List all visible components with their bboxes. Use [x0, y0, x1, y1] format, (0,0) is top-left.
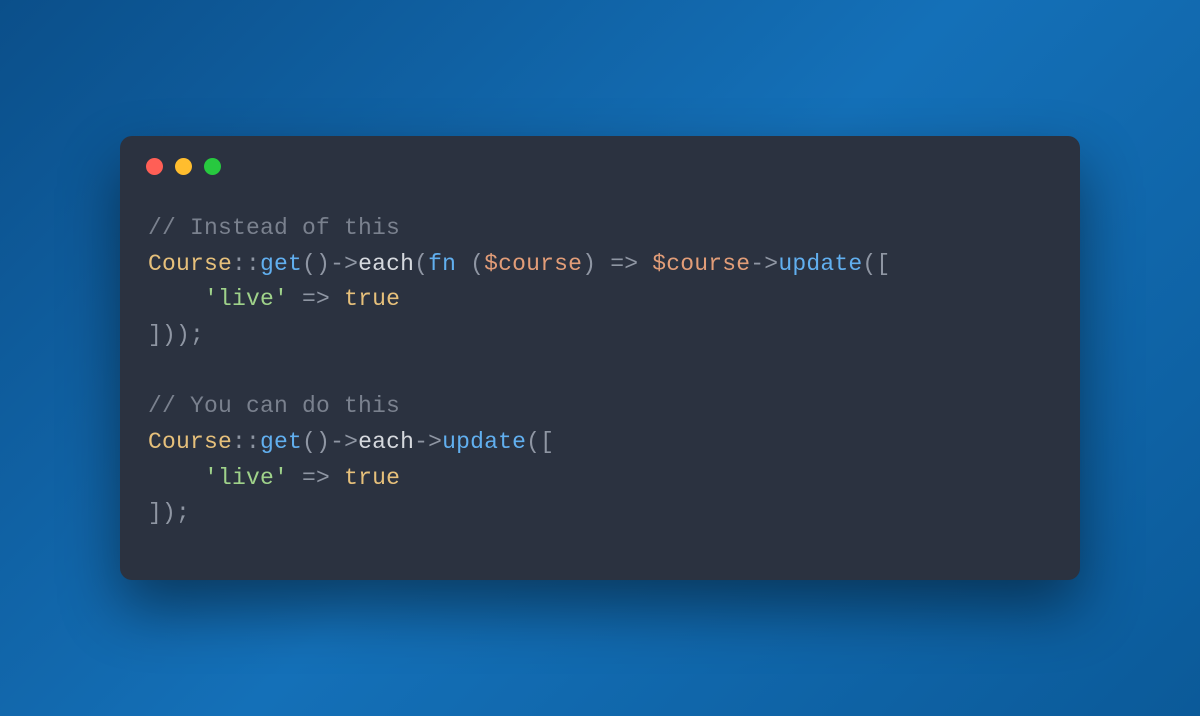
code-token: each	[358, 429, 414, 455]
code-token: fn	[428, 251, 456, 277]
code-token: ]	[148, 500, 162, 526]
code-token: 'live'	[204, 465, 288, 491]
code-token: update	[778, 251, 862, 277]
code-token: get	[260, 429, 302, 455]
code-token: [	[876, 251, 890, 277]
code-token: each	[358, 251, 414, 277]
code-comment: // You can do this	[148, 393, 400, 419]
code-token: [	[540, 429, 554, 455]
zoom-icon[interactable]	[204, 158, 221, 175]
code-token: update	[442, 429, 526, 455]
code-token: ;	[176, 500, 190, 526]
code-token: (	[414, 251, 428, 277]
code-token: $course	[652, 251, 750, 277]
code-token: (	[526, 429, 540, 455]
code-token: (	[470, 251, 484, 277]
code-token: $course	[484, 251, 582, 277]
code-token: )	[176, 322, 190, 348]
code-token: ->	[330, 429, 358, 455]
code-token	[288, 286, 302, 312]
code-token: =>	[610, 251, 638, 277]
code-window: // Instead of this Course::get()->each(f…	[120, 136, 1080, 580]
code-token	[288, 465, 302, 491]
code-token: )	[162, 500, 176, 526]
code-token	[596, 251, 610, 277]
code-token: ->	[330, 251, 358, 277]
code-token: ::	[232, 429, 260, 455]
code-token: )	[316, 251, 330, 277]
code-token: ->	[414, 429, 442, 455]
code-token: ;	[190, 322, 204, 348]
code-token: get	[260, 251, 302, 277]
code-token: (	[862, 251, 876, 277]
code-token: true	[344, 286, 400, 312]
close-icon[interactable]	[146, 158, 163, 175]
code-token: Course	[148, 429, 232, 455]
code-block: // Instead of this Course::get()->each(f…	[120, 183, 1080, 580]
code-token: =>	[302, 465, 330, 491]
code-token: ::	[232, 251, 260, 277]
code-token	[330, 286, 344, 312]
code-token	[330, 465, 344, 491]
code-token: true	[344, 465, 400, 491]
code-token: ]	[148, 322, 162, 348]
code-token: )	[582, 251, 596, 277]
code-token	[638, 251, 652, 277]
code-comment: // Instead of this	[148, 215, 400, 241]
code-token: 'live'	[204, 286, 288, 312]
code-token: (	[302, 429, 316, 455]
code-token: )	[316, 429, 330, 455]
code-token: (	[302, 251, 316, 277]
code-token: ->	[750, 251, 778, 277]
code-token	[456, 251, 470, 277]
window-titlebar	[120, 136, 1080, 183]
code-token: =>	[302, 286, 330, 312]
code-token: Course	[148, 251, 232, 277]
minimize-icon[interactable]	[175, 158, 192, 175]
code-token: )	[162, 322, 176, 348]
